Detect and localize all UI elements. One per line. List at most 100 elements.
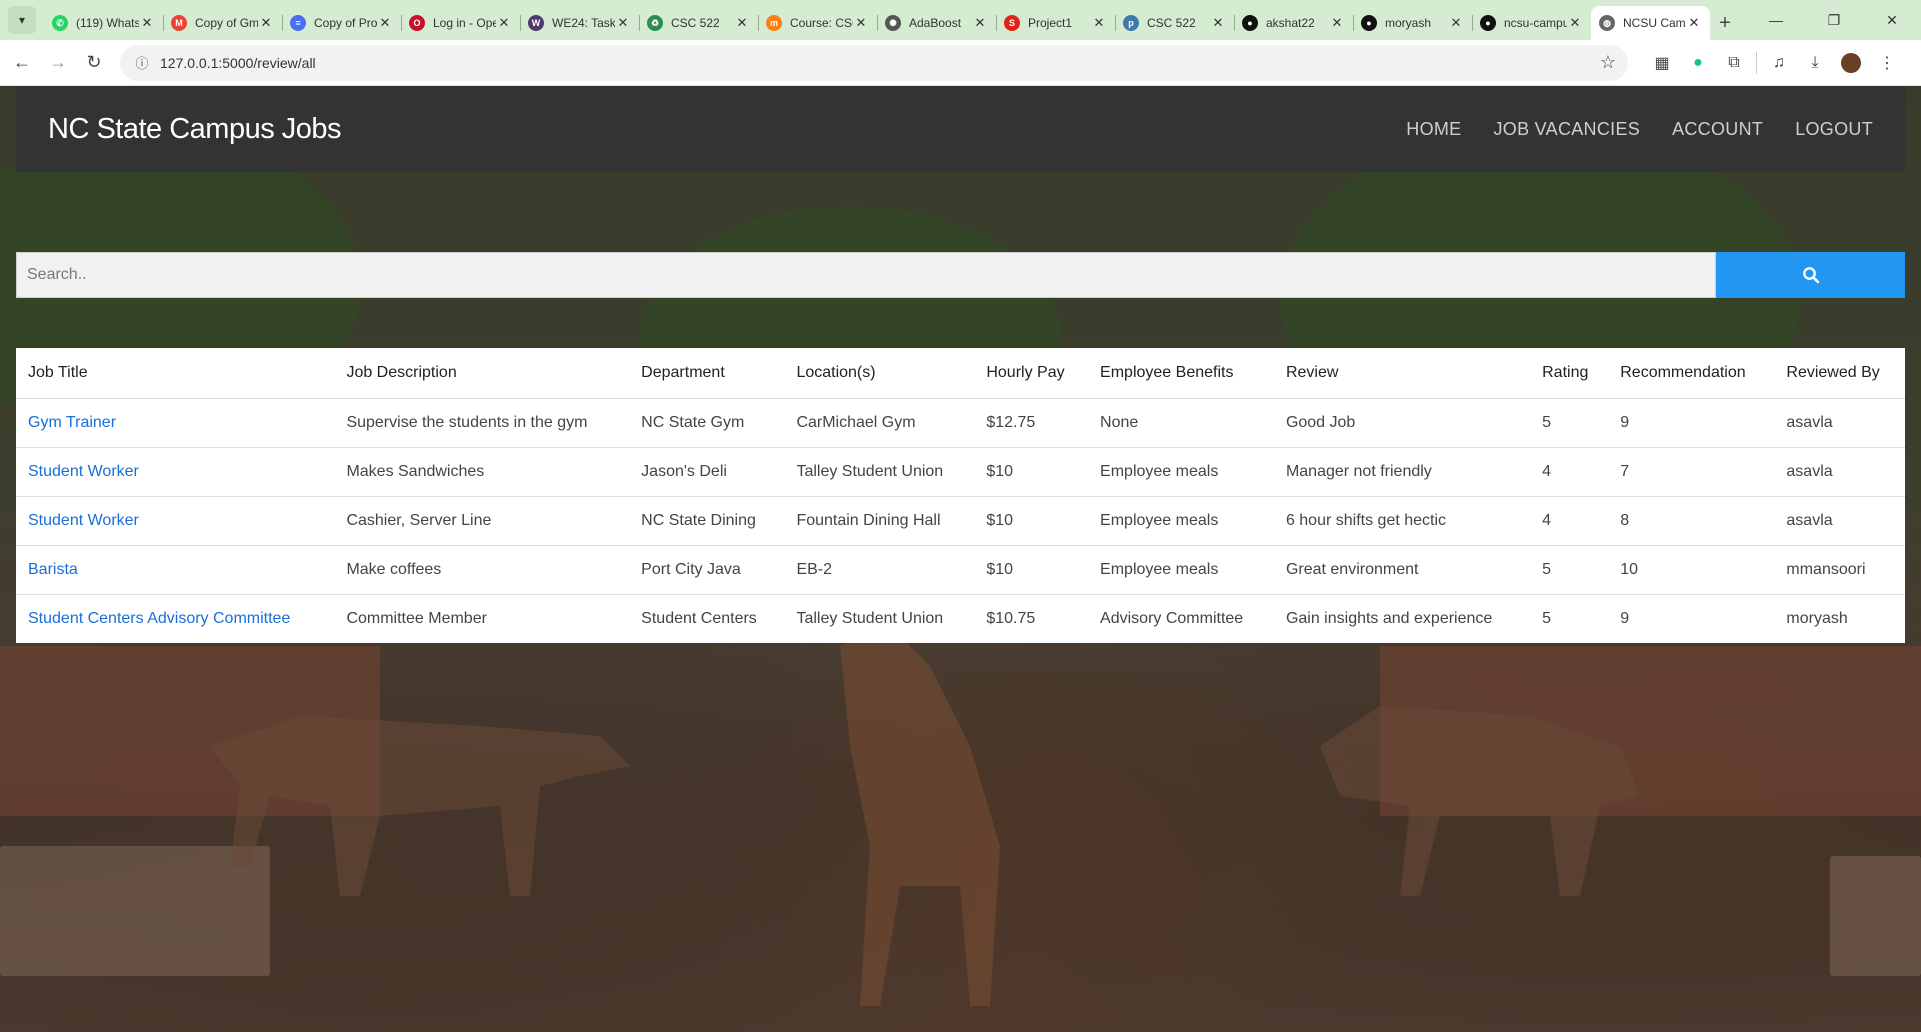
back-icon[interactable]: ←: [4, 45, 40, 81]
minimize-icon[interactable]: —: [1747, 0, 1805, 40]
tab-close-icon[interactable]: ✕: [1091, 15, 1107, 31]
wolf-statue-shape: [840, 626, 1000, 1006]
github-icon: ●: [1480, 15, 1496, 31]
browser-tab[interactable]: ✆ (119) WhatsApp✕: [44, 6, 163, 40]
table-cell: 9: [1620, 609, 1630, 627]
recycle-icon: ♻: [647, 15, 663, 31]
table-cell: moryash: [1786, 609, 1848, 627]
tab-close-icon[interactable]: ✕: [972, 15, 988, 31]
job-title-link[interactable]: Gym Trainer: [28, 414, 116, 431]
site-info-icon[interactable]: ⓘ: [132, 53, 152, 73]
browser-tab[interactable]: ♻ CSC 522 ✕: [639, 6, 758, 40]
browser-tab[interactable]: ● akshat22 ✕: [1234, 6, 1353, 40]
window-controls: — ❐ ✕: [1747, 0, 1921, 40]
tab-close-icon[interactable]: ✕: [1448, 15, 1464, 31]
browser-tab[interactable]: ● ncsu-campus✕: [1472, 6, 1591, 40]
table-cell: 9: [1608, 398, 1775, 448]
table-cell: CarMichael Gym: [784, 398, 975, 448]
tab-close-icon[interactable]: ✕: [1567, 15, 1583, 31]
reload-icon[interactable]: ↻: [76, 45, 112, 81]
tab-close-icon[interactable]: ✕: [615, 15, 631, 31]
tab-close-icon[interactable]: ✕: [1329, 15, 1345, 31]
wolf-statue-shape: [210, 716, 630, 896]
tab-close-icon[interactable]: ✕: [1686, 15, 1702, 31]
search-button[interactable]: [1716, 252, 1905, 298]
piazza-icon: p: [1123, 15, 1139, 31]
job-title-cell: Gym Trainer: [16, 398, 335, 448]
kebab-menu-icon[interactable]: ⋮: [1869, 45, 1905, 81]
job-title-cell: Student Centers Advisory Committee: [16, 594, 334, 643]
search-icon: [1802, 267, 1819, 284]
column-header: Job Title: [16, 348, 335, 399]
browser-tab[interactable]: ◍ NCSU Campus✕: [1591, 6, 1710, 40]
table-cell: Port City Java: [629, 545, 785, 595]
job-title-cell: Student Worker: [16, 496, 335, 546]
table-cell: Employee meals: [1088, 496, 1274, 546]
search-input[interactable]: [16, 252, 1716, 298]
column-header: Rating: [1530, 348, 1609, 399]
tab-close-icon[interactable]: ✕: [734, 15, 750, 31]
url-text[interactable]: 127.0.0.1:5000/review/all: [160, 55, 1600, 71]
media-controls-icon[interactable]: ♫: [1761, 45, 1797, 81]
job-title-link[interactable]: Barista: [28, 561, 78, 578]
moodle-icon: m: [766, 15, 782, 31]
table-cell: 5: [1530, 545, 1609, 595]
job-title-cell: Student Worker: [16, 447, 335, 497]
browser-tab[interactable]: M Copy of Gmail✕: [163, 6, 282, 40]
browser-tab[interactable]: S Project1 ✕: [996, 6, 1115, 40]
tab-close-icon[interactable]: ✕: [258, 15, 274, 31]
tab-search-button[interactable]: ▾: [8, 6, 36, 34]
tab-close-icon[interactable]: ✕: [1210, 15, 1226, 31]
tab-close-icon[interactable]: ✕: [377, 15, 393, 31]
table-cell: 6 hour shifts get hectic: [1273, 496, 1531, 546]
address-bar[interactable]: ⓘ 127.0.0.1:5000/review/all ☆: [120, 44, 1628, 81]
browser-tab[interactable]: O Log in - Opera✕: [401, 6, 520, 40]
tab-close-icon[interactable]: ✕: [496, 15, 512, 31]
table-cell: Jason's Deli: [629, 447, 785, 497]
avatar[interactable]: [1833, 45, 1869, 81]
restore-icon[interactable]: ❐: [1805, 0, 1863, 40]
browser-tab[interactable]: ● moryash ✕: [1353, 6, 1472, 40]
nav-home[interactable]: HOME: [1406, 119, 1461, 140]
tab-title: akshat22: [1266, 16, 1315, 30]
tab-title: NCSU Campus: [1623, 16, 1686, 30]
browser-tab[interactable]: ≡ Copy of Project✕: [282, 6, 401, 40]
browser-tab[interactable]: ✺ AdaBoost ✕: [877, 6, 996, 40]
browser-tab[interactable]: W WE24: Task ✕: [520, 6, 639, 40]
grammarly-icon[interactable]: ●: [1680, 45, 1716, 81]
tab-title: Log in - Opera: [433, 16, 496, 30]
close-window-icon[interactable]: ✕: [1863, 0, 1921, 40]
extension-icon[interactable]: ▦: [1644, 45, 1680, 81]
tab-close-icon[interactable]: ✕: [139, 15, 155, 31]
job-title-link[interactable]: Student Centers Advisory Committee: [28, 610, 290, 627]
nav-account[interactable]: ACCOUNT: [1672, 119, 1763, 140]
new-tab-button[interactable]: +: [1710, 6, 1740, 40]
table-row: Student Centers Advisory Committee Commit…: [16, 594, 1905, 643]
column-header: Job Description: [334, 348, 630, 399]
job-title-link[interactable]: Student Worker: [28, 512, 139, 529]
openai-icon: ✺: [885, 15, 901, 31]
table-cell: Committee Member: [346, 609, 487, 627]
tab-close-icon[interactable]: ✕: [853, 15, 869, 31]
bench-shape: [1830, 856, 1921, 976]
nav-job-vacancies[interactable]: JOB VACANCIES: [1493, 119, 1640, 140]
tab-title: AdaBoost: [909, 16, 962, 30]
page-viewport: NC State Campus Jobs HOME JOB VACANCIES …: [0, 86, 1921, 1032]
site-header: NC State Campus Jobs HOME JOB VACANCIES …: [16, 86, 1905, 172]
nav-logout[interactable]: LOGOUT: [1795, 119, 1873, 140]
table-cell: Supervise the students in the gym: [334, 398, 630, 448]
bookmark-star-icon[interactable]: ☆: [1600, 52, 1616, 73]
table-cell: $10: [974, 545, 1089, 595]
browser-tab[interactable]: p CSC 522 ✕: [1115, 6, 1234, 40]
browser-tabstrip: ▾ ✆(119) WhatsApp✕MCopy of Gmail✕≡Copy o…: [0, 0, 1921, 40]
table-cell: asavla: [1774, 447, 1905, 497]
job-title-link[interactable]: Student Worker: [28, 463, 139, 480]
download-icon[interactable]: ⤓: [1797, 45, 1833, 81]
tab-title: Copy of Project: [314, 16, 377, 30]
brand-title[interactable]: NC State Campus Jobs: [48, 113, 342, 146]
table-cell: $10.75: [986, 609, 1036, 627]
table-cell: mmansoori: [1774, 545, 1905, 595]
puzzle-icon[interactable]: ⧉: [1716, 45, 1752, 81]
forward-icon[interactable]: →: [40, 45, 76, 81]
browser-tab[interactable]: m Course: CSC✕: [758, 6, 877, 40]
